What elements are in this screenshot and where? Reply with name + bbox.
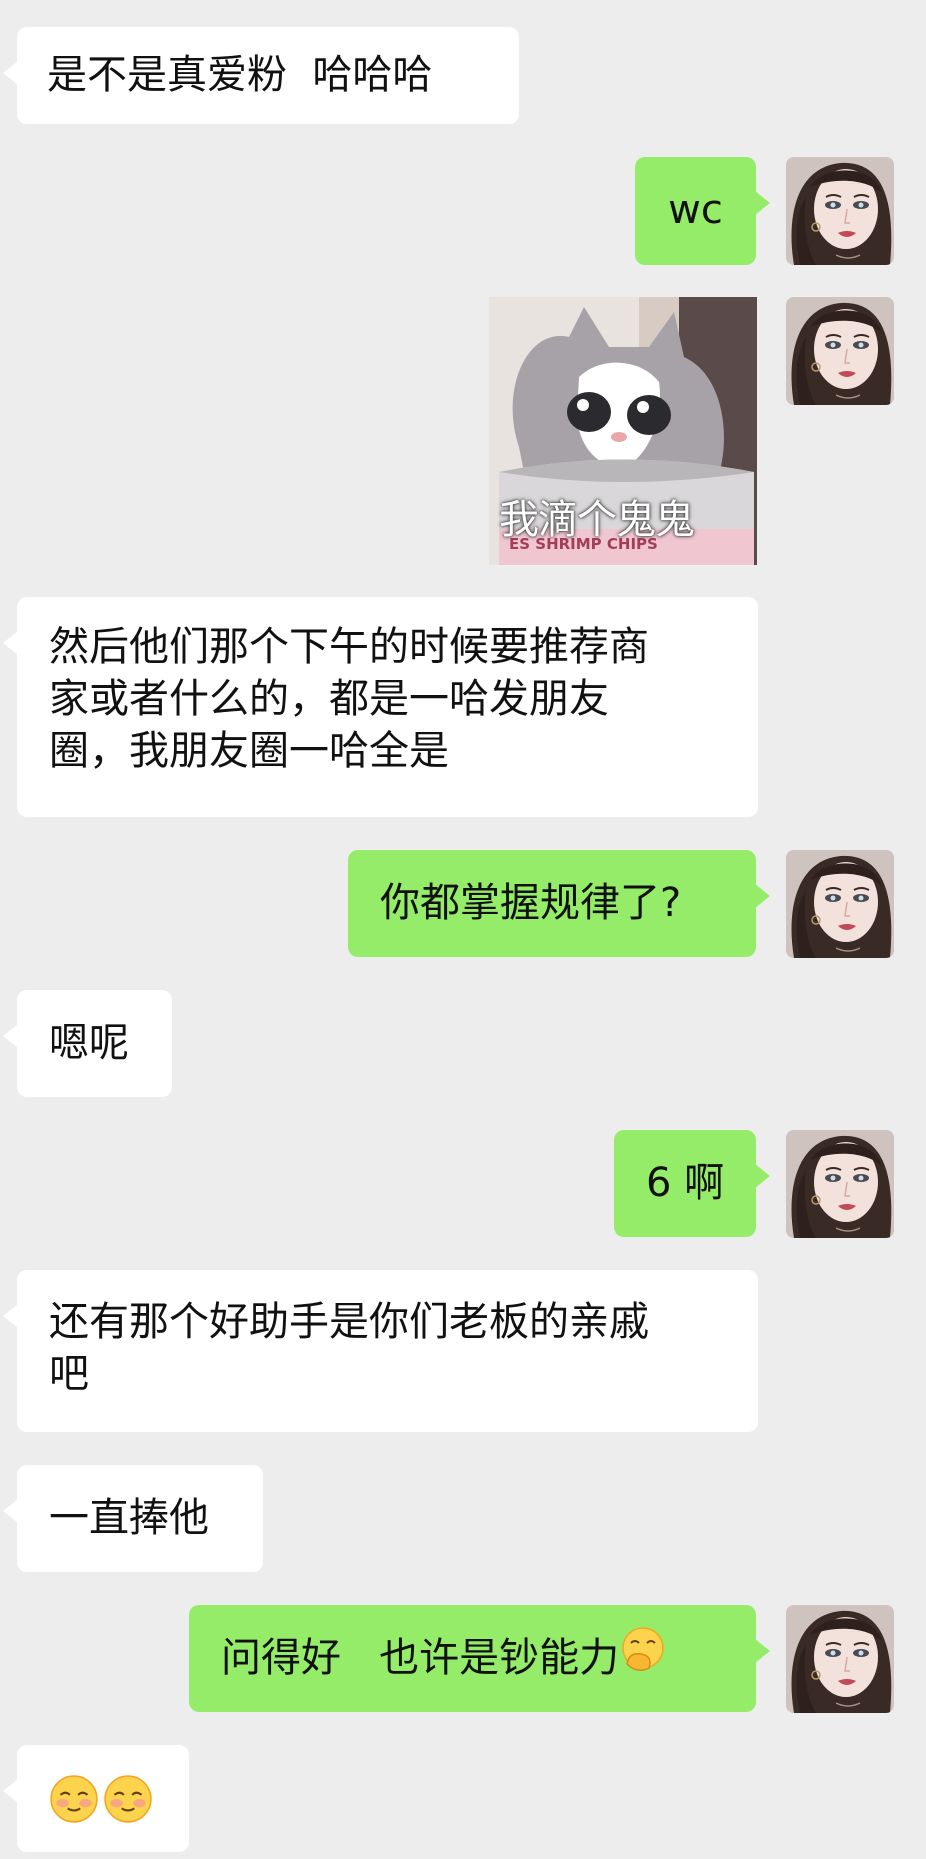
message-text-line: 然后他们那个下午的时候要推荐商	[49, 624, 649, 670]
message-bubble-incoming[interactable]: 然后他们那个下午的时候要推荐商 家或者什么的，都是一哈发朋友 圈，我朋友圈一哈全…	[3, 597, 758, 817]
message-text: 6 啊	[646, 1160, 725, 1206]
avatar[interactable]	[786, 1605, 894, 1713]
hand-over-mouth-emoji-icon	[619, 1634, 667, 1687]
message-bubble-incoming[interactable]	[3, 1745, 189, 1852]
shy-smile-emoji-icon	[49, 1774, 99, 1837]
message-bubble-incoming[interactable]: 一直捧他	[3, 1465, 263, 1572]
message-text: 你都掌握规律了?	[380, 880, 682, 926]
shy-smile-emoji-icon	[103, 1774, 153, 1837]
message-text-line: 还有那个好助手是你们老板的亲戚	[49, 1299, 649, 1345]
avatar[interactable]	[786, 297, 894, 405]
message-bubble-incoming[interactable]: 嗯呢	[3, 990, 172, 1097]
message-text-line: 吧	[49, 1351, 89, 1397]
sticker-caption: 我滴个鬼鬼	[499, 497, 695, 543]
message-bubble-outgoing[interactable]: 你都掌握规律了?	[348, 850, 770, 957]
avatar[interactable]	[786, 850, 894, 958]
message-text-line: 圈，我朋友圈一哈全是	[49, 728, 449, 774]
message-text: 问得好 也许是钞能力	[221, 1635, 620, 1681]
message-bubble-incoming[interactable]: 还有那个好助手是你们老板的亲戚 吧	[3, 1270, 758, 1432]
message-bubble-incoming[interactable]: 是不是真爱粉 哈哈哈	[3, 27, 519, 124]
message-text: 是不是真爱粉 哈哈哈	[47, 52, 433, 98]
message-text-line: 家或者什么的，都是一哈发朋友	[49, 676, 609, 722]
message-bubble-outgoing[interactable]: 6 啊	[614, 1130, 770, 1237]
message-bubble-outgoing[interactable]: 问得好 也许是钞能力	[189, 1605, 770, 1712]
avatar[interactable]	[786, 157, 894, 265]
message-text: 一直捧他	[49, 1495, 209, 1541]
message-bubble-outgoing[interactable]: wc	[635, 157, 770, 265]
message-text: 嗯呢	[49, 1020, 129, 1066]
sticker-image[interactable]: ES SHRIMP CHIPS 我滴个鬼鬼	[489, 297, 757, 565]
message-text: wc	[668, 187, 723, 233]
avatar[interactable]	[786, 1130, 894, 1238]
